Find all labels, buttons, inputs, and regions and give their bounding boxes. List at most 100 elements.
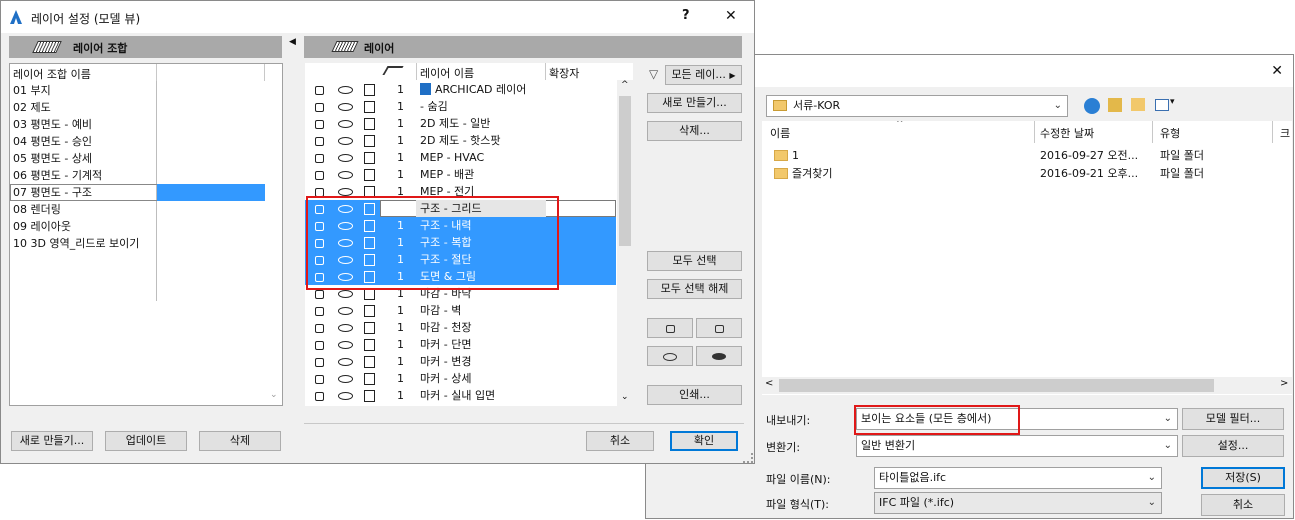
eye-icon[interactable] — [338, 307, 353, 315]
layer-row[interactable]: 1 MEP - HVAC — [305, 149, 616, 166]
eye-icon[interactable] — [338, 120, 353, 128]
combo-list-item[interactable]: 07 평면도 - 구조 — [10, 184, 265, 201]
file-row[interactable]: 즐겨찾기 2016-09-21 오후... 파일 폴더 — [762, 165, 1292, 182]
scroll-thumb[interactable] — [619, 96, 631, 246]
wireframe-icon[interactable] — [364, 339, 375, 351]
wireframe-icon[interactable] — [364, 101, 375, 113]
back-icon[interactable] — [1084, 98, 1100, 114]
column-name[interactable]: 이름 — [770, 125, 790, 141]
wireframe-icon[interactable] — [364, 322, 375, 334]
file-list[interactable]: ^ 이름 수정한 날짜 유형 크 1 2016-09-27 오전... 파일 폴더 즐… — [762, 121, 1292, 395]
help-icon[interactable]: ? — [682, 8, 690, 23]
combo-list-item[interactable]: 06 평면도 - 기계적 — [10, 167, 265, 184]
print-button[interactable]: 인쇄... — [647, 385, 742, 405]
layer-row[interactable]: 1 MEP - 배관 — [305, 166, 616, 183]
save-button[interactable]: 저장(S) — [1201, 467, 1285, 489]
scroll-thumb[interactable] — [779, 379, 1214, 392]
lock-all-button[interactable] — [696, 318, 742, 338]
unlock-icon[interactable] — [315, 86, 324, 95]
new-layer-button[interactable]: 새로 만들기... — [647, 93, 742, 113]
eye-icon[interactable] — [338, 171, 353, 179]
save-cancel-button[interactable]: 취소 — [1201, 494, 1285, 516]
layer-row[interactable]: 1 마커 - 변경 — [305, 353, 616, 370]
resize-grip-icon[interactable] — [743, 453, 753, 463]
layer-row[interactable]: 1 마감 - 천장 — [305, 319, 616, 336]
layer-row[interactable]: 1 마커 - 단면 — [305, 336, 616, 353]
combo-column-header[interactable]: 레이어 조합 이름 — [13, 66, 91, 82]
unlock-icon[interactable] — [315, 137, 324, 146]
layer-row[interactable]: 1 마커 - 상세 — [305, 370, 616, 387]
eye-icon[interactable] — [338, 324, 353, 332]
combo-list-item[interactable]: 04 평면도 - 승인 — [10, 133, 265, 150]
view-menu-chevron-icon[interactable]: ▾ — [1170, 97, 1175, 107]
filename-input[interactable]: 타이틀없음.ifc ⌄ — [874, 467, 1162, 489]
column-more[interactable]: 크 — [1280, 125, 1290, 141]
model-filter-button[interactable]: 모델 필터... — [1182, 408, 1284, 430]
lock-icon[interactable] — [315, 290, 324, 299]
combo-scroll-down-icon[interactable]: ⌄ — [270, 390, 278, 400]
close-icon[interactable]: ✕ — [725, 8, 737, 24]
lock-icon[interactable] — [315, 375, 324, 384]
filetype-combo[interactable]: IFC 파일 (*.ifc) ⌄ — [874, 492, 1162, 514]
column-type[interactable]: 유형 — [1160, 125, 1180, 141]
eye-icon[interactable] — [338, 137, 353, 145]
eye-icon[interactable] — [338, 86, 353, 94]
lock-icon[interactable] — [315, 171, 324, 180]
scroll-down-icon[interactable]: ⌄ — [621, 392, 629, 402]
combo-list-item[interactable]: 08 렌더링 — [10, 201, 265, 218]
column-modified[interactable]: 수정한 날짜 — [1040, 125, 1094, 141]
column-layer-name[interactable]: 레이어 이름 — [420, 65, 474, 81]
select-all-button[interactable]: 모두 선택 — [647, 251, 742, 271]
lock-icon[interactable] — [315, 392, 324, 401]
wireframe-icon[interactable] — [364, 152, 375, 164]
translator-combo[interactable]: 일반 변환기 ⌄ — [856, 435, 1178, 457]
layer-row[interactable]: 1 - 숨김 — [305, 98, 616, 115]
settings-button[interactable]: 설정... — [1182, 435, 1284, 457]
wireframe-icon[interactable] — [364, 356, 375, 368]
unlock-icon[interactable] — [315, 103, 324, 112]
unlock-icon[interactable] — [315, 120, 324, 129]
layer-row[interactable]: 1 2D 제도 - 일반 — [305, 115, 616, 132]
layer-row[interactable]: 1 마감 - 벽 — [305, 302, 616, 319]
unlock-all-button[interactable] — [647, 318, 693, 338]
close-icon[interactable]: ✕ — [1271, 63, 1283, 79]
combo-list-item[interactable]: 03 평면도 - 예비 — [10, 116, 265, 133]
wireframe-icon[interactable] — [364, 169, 375, 181]
wireframe-icon[interactable] — [364, 118, 375, 130]
up-folder-icon[interactable] — [1108, 98, 1122, 112]
layer-row[interactable]: 1 ARCHICAD 레이어 — [305, 81, 616, 98]
eye-icon[interactable] — [338, 392, 353, 400]
eye-icon[interactable] — [338, 375, 353, 383]
lock-icon[interactable] — [315, 341, 324, 350]
layer-filter-dropdown[interactable]: 모든 레이... ▶ — [665, 65, 742, 85]
lock-icon[interactable] — [315, 324, 324, 333]
scroll-left-icon[interactable]: < — [765, 378, 773, 389]
new-combo-button[interactable]: 새로 만들기... — [11, 431, 93, 451]
view-menu-icon[interactable] — [1155, 99, 1169, 111]
panel-collapse-icon[interactable]: ◀ — [289, 37, 296, 47]
scroll-up-icon[interactable]: ^ — [621, 80, 629, 90]
combo-list-item[interactable]: 05 평면도 - 상세 — [10, 150, 265, 167]
ok-button[interactable]: 확인 — [670, 431, 738, 451]
eye-icon[interactable] — [338, 154, 353, 162]
layer-combo-list[interactable]: 레이어 조합 이름 01 부지 02 제도 03 평면도 - 예비 04 평면도 - … — [9, 63, 283, 406]
wireframe-icon[interactable] — [364, 305, 375, 317]
deselect-all-button[interactable]: 모두 선택 해제 — [647, 279, 742, 299]
wireframe-icon[interactable] — [364, 135, 375, 147]
wireframe-icon[interactable] — [364, 390, 375, 402]
show-all-button[interactable] — [647, 346, 693, 366]
file-row[interactable]: 1 2016-09-27 오전... 파일 폴더 — [762, 147, 1292, 164]
scroll-right-icon[interactable]: > — [1280, 378, 1288, 389]
combo-list-item[interactable]: 10 3D 영역_리드로 보이기 — [10, 235, 265, 252]
folder-combo[interactable]: 서류-KOR ⌄ — [766, 95, 1068, 117]
eye-icon[interactable] — [338, 188, 353, 196]
layer-list-vscroll[interactable]: ^ ⌄ — [617, 80, 633, 406]
file-list-hscroll[interactable]: < > — [762, 377, 1292, 394]
update-button[interactable]: 업데이트 — [105, 431, 187, 451]
lock-icon[interactable] — [315, 154, 324, 163]
delete-combo-button[interactable]: 삭제 — [199, 431, 281, 451]
hide-all-button[interactable] — [696, 346, 742, 366]
delete-layer-button[interactable]: 삭제... — [647, 121, 742, 141]
combo-list-item[interactable]: 01 부지 — [10, 82, 265, 99]
layer-row[interactable]: 1 마커 - 실내 입면 — [305, 387, 616, 404]
